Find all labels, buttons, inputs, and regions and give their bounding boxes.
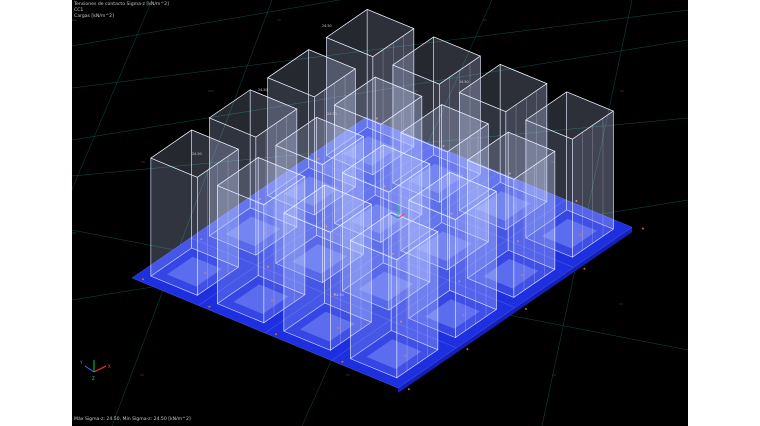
stress-box-face (283, 212, 331, 351)
grid-dot (552, 374, 554, 376)
load-marker (341, 360, 344, 363)
grid-dot (620, 90, 622, 92)
grid-dot (485, 19, 487, 21)
value-label: 24.50 (459, 80, 469, 84)
grid-dot (73, 19, 75, 21)
grid-dot (74, 232, 76, 234)
stress-box-face (349, 240, 398, 379)
value-label: 24.50 (334, 293, 344, 297)
3d-viewport[interactable]: 24.50 24.50 24.50 24.50 24.50 24.50 X Z … (72, 0, 688, 426)
grid-dot (210, 90, 212, 92)
grid-dot (554, 374, 556, 376)
grid-dot (483, 19, 485, 21)
value-label: 24.50 (258, 88, 268, 92)
grid-dot (346, 374, 348, 376)
grid-dot (212, 90, 214, 92)
load-marker (524, 307, 527, 310)
stress-box-face (217, 185, 265, 324)
load-marker (208, 305, 211, 308)
load-marker (641, 227, 644, 230)
stress-box-face (150, 157, 198, 296)
axis-label-y: Y (79, 360, 83, 365)
grid-dot (348, 374, 350, 376)
grid-dot (621, 303, 623, 305)
grid-dot (208, 90, 210, 92)
value-label: 24.50 (322, 24, 332, 28)
load-marker (274, 333, 277, 336)
load-marker (583, 267, 586, 270)
load-marker (466, 348, 469, 351)
grid-dot (72, 19, 73, 21)
value-label: 24.50 (327, 112, 337, 116)
load-marker (407, 388, 410, 391)
grid-dot (622, 90, 624, 92)
value-label: 24.50 (192, 152, 202, 156)
grid-dot (142, 374, 144, 376)
axis-triad-icon: X Z Y (79, 360, 111, 381)
grid-dot (140, 374, 142, 376)
axis-label-z: Z (92, 376, 95, 381)
stress-boxes (150, 8, 614, 379)
grid-dot (72, 232, 74, 234)
min-max-status-text: Máx Sigma-z: 24.50, Mín Sigma-z: 24.50 [… (74, 417, 191, 423)
grid-dot (141, 161, 143, 163)
grid-dot (75, 19, 77, 21)
grid-line (72, 0, 153, 190)
result-type-label: Tensiones de contacto Sigma-z [kN/m^2] (74, 2, 169, 7)
load-marker (141, 278, 144, 281)
grid-dot (619, 303, 621, 305)
load-case-label: CC1 (74, 8, 84, 13)
axis-label-x: X (108, 364, 111, 369)
grid-dot (279, 19, 281, 21)
loads-label: Cargas [kN/m^2] (74, 14, 114, 19)
foundation-slab-3d-view[interactable]: 24.50 24.50 24.50 24.50 24.50 24.50 X Z … (72, 0, 688, 426)
grid-dot (143, 161, 145, 163)
grid-dot (277, 19, 279, 21)
stress-box (349, 211, 439, 379)
